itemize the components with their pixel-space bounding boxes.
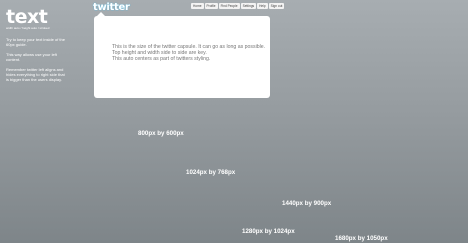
guide-label-1680x1050: 1680px by 1050px xyxy=(335,235,388,242)
nav-sign-out[interactable]: Sign out xyxy=(268,3,285,9)
guide-label-1440x900: 1440px by 900px xyxy=(282,200,332,207)
capsule-text: This is the size of the twitter capsule.… xyxy=(112,44,272,62)
guide-label-1024x768: 1024px by 768px xyxy=(186,169,236,176)
sidebar-title: text xyxy=(6,6,48,28)
nav-find-people[interactable]: Find People xyxy=(218,3,240,9)
nav-settings[interactable]: Settings xyxy=(240,3,257,9)
nav-help[interactable]: Help xyxy=(257,3,268,9)
nav-profile[interactable]: Profile xyxy=(204,3,218,9)
guide-label-800x600: 800px by 600px xyxy=(138,130,184,137)
capsule-line-3: This auto centers as part of twitters st… xyxy=(112,56,211,62)
sidebar: text width auto / height auto / stroked … xyxy=(6,8,68,87)
guide-label-1280x1024: 1280px by 1024px xyxy=(242,228,295,235)
sidebar-paragraph-1: Try to keep your text inside of the 60px… xyxy=(6,36,65,47)
nav-home[interactable]: Home xyxy=(191,3,204,9)
sidebar-paragraph-2: This way allows use your left content. xyxy=(6,51,57,62)
twitter-capsule: This is the size of the twitter capsule.… xyxy=(94,16,270,98)
top-nav: Home Profile Find People Settings Help S… xyxy=(191,3,285,9)
sidebar-subtitle: width auto / height auto / stroked xyxy=(6,26,50,30)
sidebar-paragraph-3: Remember twitter left aligns and hides e… xyxy=(6,66,65,82)
